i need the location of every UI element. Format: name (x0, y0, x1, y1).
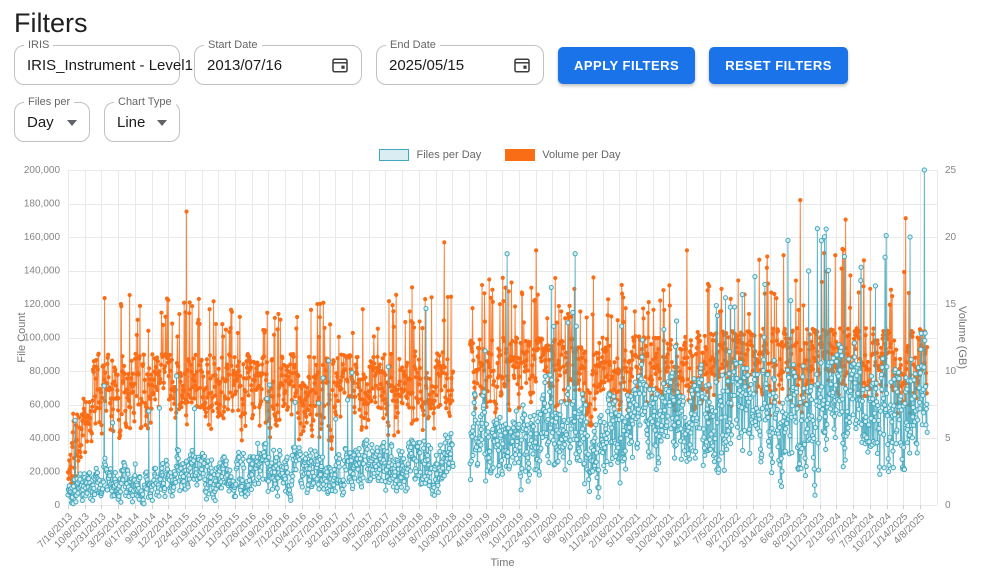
iris-field-value: IRIS_Instrument - Level1 (27, 57, 193, 74)
end-date-field-label: End Date (386, 39, 440, 52)
chart-legend: Files per Day Volume per Day (10, 149, 990, 161)
chart-type-select[interactable]: Chart Type Line (104, 102, 180, 142)
legend-item-volume-per-day[interactable]: Volume per Day (505, 149, 620, 161)
legend-label-volume-per-day: Volume per Day (542, 149, 620, 161)
start-date-field-value: 2013/07/16 (207, 57, 282, 74)
files-per-day-swatch (379, 149, 409, 161)
chart-type-select-value: Line (117, 114, 145, 131)
files-per-select-value: Day (27, 114, 54, 131)
end-date-field[interactable]: End Date 2025/05/15 (376, 45, 544, 85)
end-date-field-value: 2025/05/15 (389, 57, 464, 74)
volume-per-day-swatch (505, 149, 535, 161)
page-title: Filters (14, 8, 1000, 39)
files-per-select[interactable]: Files per Day (14, 102, 90, 142)
dropdown-arrow-icon (67, 113, 77, 131)
calendar-icon[interactable] (513, 56, 531, 74)
chart: Files per Day Volume per Day (10, 142, 990, 574)
files-per-select-label: Files per (24, 96, 74, 109)
calendar-icon[interactable] (331, 56, 349, 74)
iris-field-label: IRIS (24, 39, 53, 52)
start-date-field-label: Start Date (204, 39, 262, 52)
filters-row-2: Files per Day Chart Type Line (0, 102, 1000, 142)
filters-row-1: IRIS IRIS_Instrument - Level1 Start Date… (0, 45, 1000, 85)
reset-filters-button[interactable]: RESET FILTERS (709, 47, 848, 84)
legend-item-files-per-day[interactable]: Files per Day (379, 149, 481, 161)
chart-type-select-label: Chart Type (114, 96, 176, 109)
start-date-field[interactable]: Start Date 2013/07/16 (194, 45, 362, 85)
apply-filters-button[interactable]: APPLY FILTERS (558, 47, 695, 84)
dropdown-arrow-icon (157, 113, 167, 131)
iris-field[interactable]: IRIS IRIS_Instrument - Level1 (14, 45, 180, 85)
chart-canvas[interactable] (10, 142, 990, 574)
legend-label-files-per-day: Files per Day (416, 149, 481, 161)
